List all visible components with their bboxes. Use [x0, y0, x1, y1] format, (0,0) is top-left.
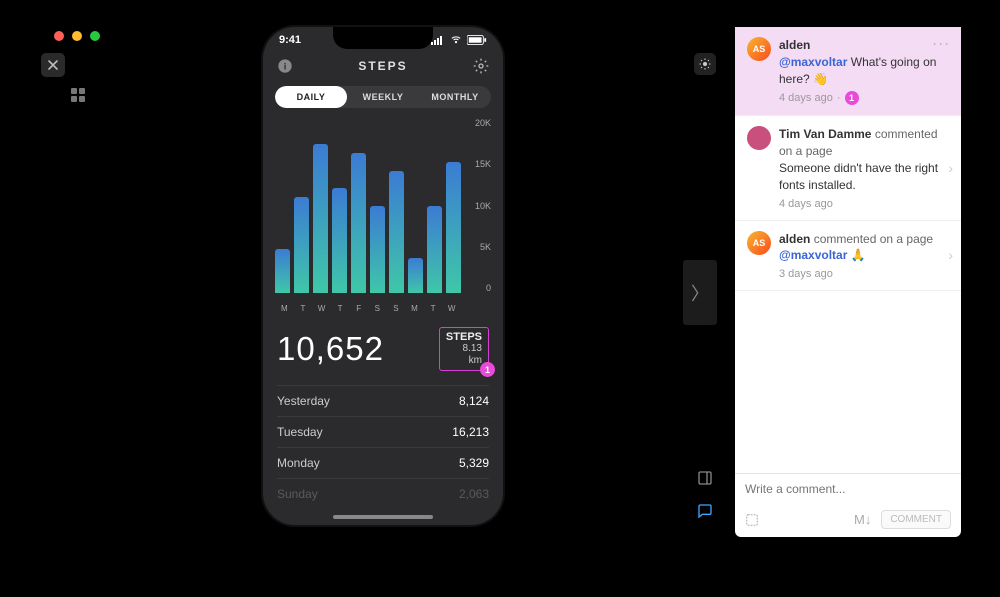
x-tick: M — [275, 304, 294, 313]
battery-icon — [467, 35, 487, 45]
history-value: 2,063 — [459, 487, 489, 501]
svg-text:i: i — [284, 61, 287, 71]
steps-big-value: 10,652 — [277, 330, 384, 368]
step-box-selected[interactable]: STEPS 8.13 km 1 — [439, 327, 489, 371]
y-tick: 15K — [465, 159, 491, 169]
submit-comment-button[interactable]: COMMENT — [881, 510, 951, 529]
history-row[interactable]: Yesterday 8,124 — [277, 385, 489, 416]
history-row[interactable]: Sunday 2,063 — [277, 478, 489, 509]
comment-item[interactable]: › AS alden commented on a page@maxvoltar 🙏… — [735, 221, 961, 292]
brightness-toggle-icon[interactable] — [694, 53, 716, 75]
history-row[interactable]: Tuesday 16,213 — [277, 416, 489, 447]
history-day: Tuesday — [277, 425, 323, 439]
close-panel-button[interactable] — [41, 53, 65, 77]
bar[interactable] — [427, 206, 442, 294]
bar[interactable] — [275, 249, 290, 293]
history-value: 5,329 — [459, 456, 489, 470]
wifi-icon — [449, 35, 463, 45]
history-day: Monday — [277, 456, 320, 470]
y-tick: 20K — [465, 118, 491, 128]
comment-meta: 4 days ago — [779, 198, 833, 210]
y-tick: 0 — [465, 283, 491, 293]
bar[interactable] — [351, 153, 366, 293]
panel-icon[interactable] — [691, 464, 719, 492]
avatar: AS — [747, 231, 771, 255]
minimize-dot[interactable] — [72, 31, 82, 41]
bar[interactable] — [370, 206, 385, 294]
step-box-label: STEPS — [446, 331, 482, 343]
bar[interactable] — [389, 171, 404, 294]
x-tick: S — [387, 304, 406, 313]
phone-frame: 9:41 i STEPS DAILY WEEKLY MONTHLY 20K15K… — [263, 27, 503, 525]
step-box-badge: 1 — [480, 362, 495, 377]
x-tick: W — [442, 304, 461, 313]
comment-item[interactable]: ›Tim Van Damme commented on a pageSomeon… — [735, 116, 961, 220]
avatar: AS — [747, 37, 771, 61]
bar[interactable] — [332, 188, 347, 293]
comment-meta: 3 days ago — [779, 268, 833, 280]
history-row[interactable]: Monday 5,329 — [277, 447, 489, 478]
segment-monthly[interactable]: MONTHLY — [419, 86, 491, 108]
history-day: Sunday — [277, 487, 318, 501]
gear-icon[interactable] — [473, 58, 489, 74]
y-tick: 5K — [465, 242, 491, 252]
history-value: 16,213 — [452, 425, 489, 439]
chevron-right-icon[interactable]: › — [948, 247, 953, 263]
comment-name: alden — [779, 37, 949, 54]
chevron-right-icon[interactable]: › — [948, 160, 953, 176]
status-right — [431, 35, 487, 45]
bar[interactable] — [408, 258, 423, 293]
x-tick: T — [331, 304, 350, 313]
comment-body: Someone didn't have the right fonts inst… — [779, 160, 949, 194]
x-tick: F — [349, 304, 368, 313]
comment-name: Tim Van Damme commented on a page — [779, 126, 949, 160]
x-tick: M — [405, 304, 424, 313]
comment-body: @maxvoltar 🙏 — [779, 247, 949, 264]
zoom-dot[interactable] — [90, 31, 100, 41]
step-box-value: 8.13 — [446, 343, 482, 355]
steps-chart: 20K15K10K5K0 MTWTFSSMTW — [275, 118, 491, 313]
x-tick: T — [424, 304, 443, 313]
x-tick: T — [294, 304, 313, 313]
status-time: 9:41 — [279, 34, 301, 46]
history-value: 8,124 — [459, 394, 489, 408]
segment-daily[interactable]: DAILY — [275, 86, 347, 108]
comment-input[interactable] — [745, 482, 951, 496]
segment-weekly[interactable]: WEEKLY — [347, 86, 419, 108]
comment-name: alden commented on a page — [779, 231, 949, 248]
grid-icon[interactable] — [68, 85, 88, 105]
comment-badge: 1 — [845, 91, 859, 105]
bar[interactable] — [294, 197, 309, 293]
expand-chevron-icon[interactable]: 〉 — [683, 260, 717, 325]
comments-panel: ··· AS alden@maxvoltar What's going on her… — [735, 27, 961, 537]
avatar — [747, 126, 771, 150]
markdown-icon[interactable]: M↓ — [854, 512, 871, 527]
y-tick: 10K — [465, 201, 491, 211]
step-box-unit: km — [446, 355, 482, 367]
comment-icon[interactable] — [691, 497, 719, 525]
phone-notch — [333, 27, 433, 49]
x-tick: S — [368, 304, 387, 313]
comment-meta: 4 days ago — [779, 92, 833, 104]
history-day: Yesterday — [277, 394, 330, 408]
home-indicator — [333, 515, 433, 519]
info-icon[interactable]: i — [277, 58, 293, 74]
x-tick: W — [312, 304, 331, 313]
history-list: Yesterday 8,124 Tuesday 16,213 Monday 5,329 Su… — [263, 385, 503, 509]
signal-icon — [431, 35, 445, 45]
segmented-control: DAILY WEEKLY MONTHLY — [275, 86, 491, 108]
bar[interactable] — [313, 144, 328, 293]
comment-body: @maxvoltar What's going on here? 👋 — [779, 54, 949, 88]
close-dot[interactable] — [54, 31, 64, 41]
comment-more-icon[interactable]: ··· — [933, 37, 951, 51]
comment-item[interactable]: ··· AS alden@maxvoltar What's going on her… — [735, 27, 961, 116]
window-traffic-lights — [54, 31, 100, 41]
page-title: STEPS — [358, 59, 407, 73]
attachment-icon[interactable] — [745, 513, 759, 527]
bar[interactable] — [446, 162, 461, 293]
compose-area — [735, 473, 961, 504]
